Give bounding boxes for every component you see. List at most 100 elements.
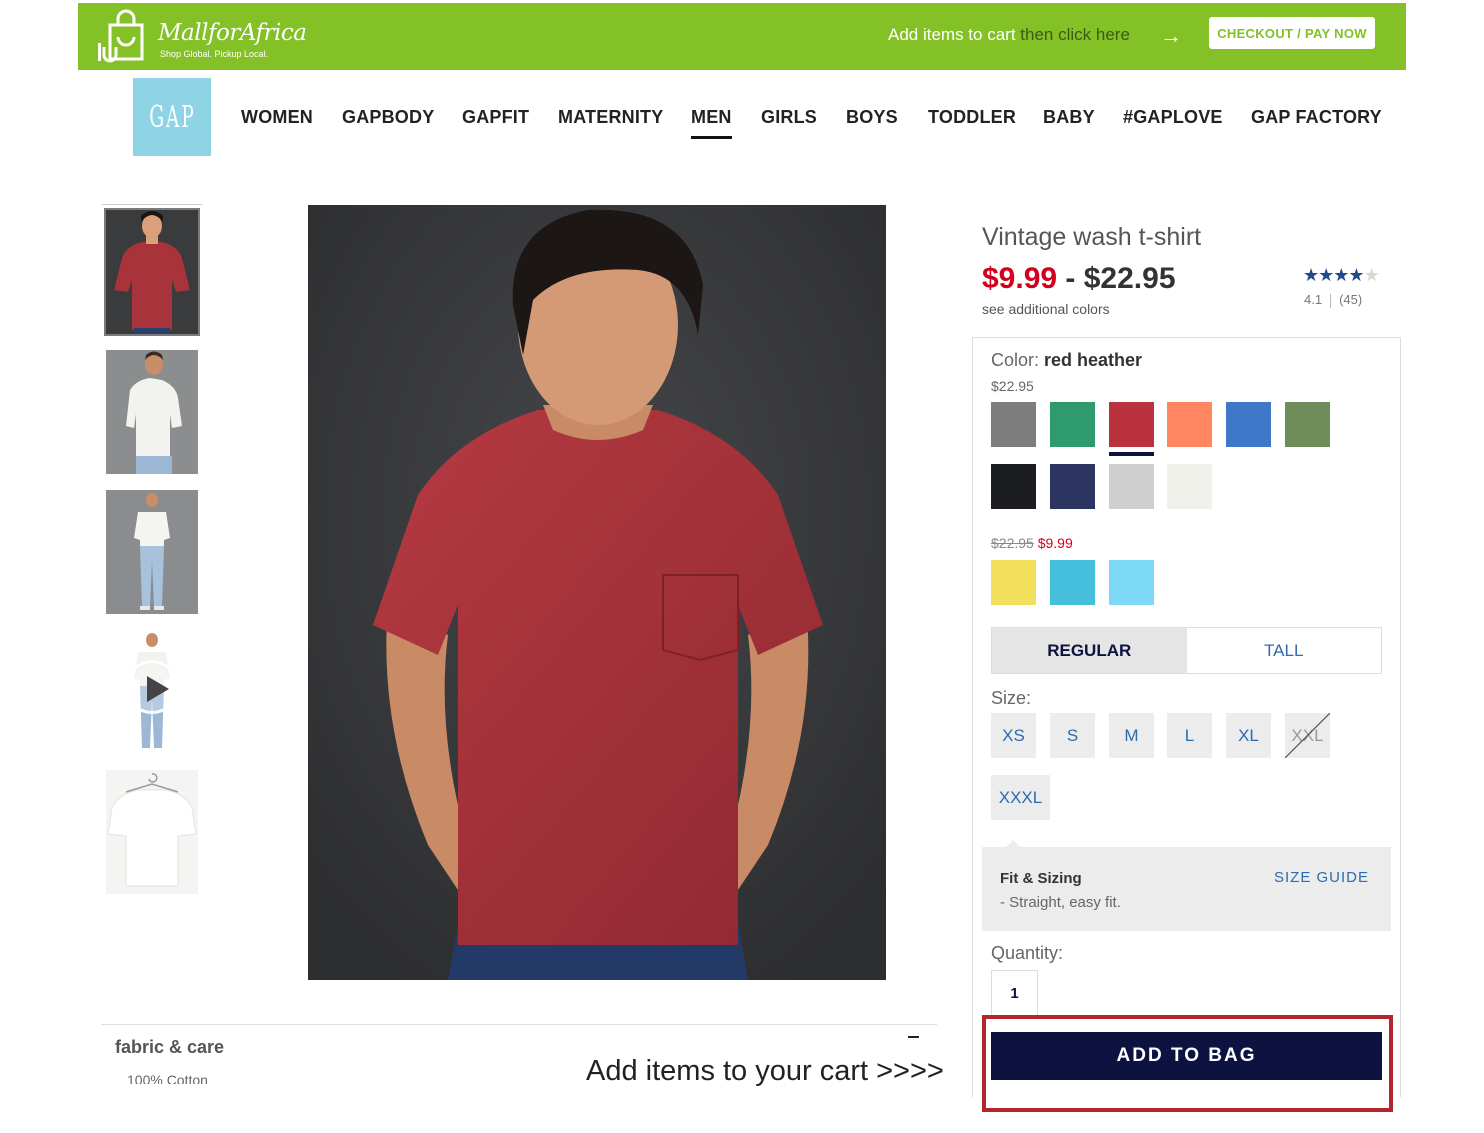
fabric-divider <box>101 1024 937 1025</box>
thumbnail-back-white-image <box>106 350 198 474</box>
quantity-input[interactable]: 1 <box>991 970 1038 1016</box>
size-s-button[interactable]: S <box>1050 713 1095 758</box>
gap-logo-text: GAP <box>148 99 196 135</box>
color-group-price: $22.95 <box>991 378 1034 394</box>
color-label: Color: red heather <box>991 350 1142 371</box>
nav-men[interactable]: MEN <box>691 107 732 139</box>
size-m-button[interactable]: M <box>1109 713 1154 758</box>
color-swatch[interactable] <box>1167 402 1212 447</box>
size-label-text: L <box>1184 725 1195 745</box>
price-separator: - <box>1057 262 1084 295</box>
color-swatch[interactable] <box>991 402 1036 447</box>
size-xxxl-button[interactable]: XXXL <box>991 775 1050 820</box>
star-icon: ★ <box>1363 265 1380 285</box>
size-label-text: M <box>1124 725 1139 745</box>
size-label-text: XXXL <box>998 787 1043 807</box>
quantity-label: Quantity: <box>991 943 1064 963</box>
rating-stars[interactable]: ★★★★★ <box>1303 265 1380 286</box>
main-product-image[interactable] <box>308 205 886 980</box>
size-guide-link[interactable]: SIZE GUIDE <box>1274 869 1369 886</box>
nav-women[interactable]: WOMEN <box>241 107 313 128</box>
gap-logo[interactable]: GAP <box>133 78 211 156</box>
nav-maternity[interactable]: MATERNITY <box>558 107 663 128</box>
sale-color-swatch[interactable] <box>1109 560 1154 605</box>
nav-girls[interactable]: GIRLS <box>761 107 817 128</box>
rating-count: (45) <box>1339 292 1363 307</box>
fit-sizing-description: - Straight, easy fit. <box>1000 894 1121 911</box>
thumbnail-front-red[interactable] <box>104 208 200 336</box>
product-price: $9.99 - $22.95 <box>982 262 1176 296</box>
collapse-icon[interactable] <box>908 1036 919 1038</box>
thumbnail-hanger-white-image <box>106 770 198 894</box>
rating-divider <box>1330 293 1332 308</box>
color-selected-name: red heather <box>1044 350 1143 370</box>
color-swatch[interactable] <box>1050 464 1095 509</box>
color-swatch[interactable] <box>1285 402 1330 447</box>
size-l-button[interactable]: L <box>1167 713 1212 758</box>
fabric-content: 100% Cotton <box>127 1072 208 1084</box>
arrow-right-icon: → <box>1160 23 1182 48</box>
rating-value: 4.1 <box>1304 292 1323 307</box>
size-label-text: XL <box>1238 725 1259 745</box>
thumbnail-front-red-image <box>106 210 198 334</box>
nav-gaplove[interactable]: #GAPLOVE <box>1123 107 1223 128</box>
size-xxl-button[interactable]: XXL <box>1285 713 1330 758</box>
color-swatch[interactable] <box>1226 402 1271 447</box>
play-button[interactable] <box>125 660 179 714</box>
fabric-care-heading[interactable]: fabric & care <box>115 1037 224 1058</box>
banner-message-dark: then click here <box>1020 25 1130 44</box>
size-label-text: XS <box>1002 725 1025 745</box>
unavailable-strike-icon <box>1285 713 1330 758</box>
price-regular: $22.95 <box>1083 262 1176 295</box>
thumbnail-hanger-white[interactable] <box>106 770 198 894</box>
thumbnail-back-white[interactable] <box>106 350 198 474</box>
see-additional-colors-link[interactable]: see additional colors <box>982 301 1110 317</box>
color-swatch[interactable] <box>991 464 1036 509</box>
tab-regular[interactable]: REGULAR <box>992 628 1187 673</box>
fit-sizing-box <box>982 847 1391 931</box>
color-swatch[interactable] <box>1167 464 1212 509</box>
banner-message: Add items to cart then click here <box>888 25 1130 45</box>
nav-gapbody[interactable]: GAPBODY <box>342 107 434 128</box>
size-xl-button[interactable]: XL <box>1226 713 1271 758</box>
size-label-text: S <box>1066 725 1079 745</box>
nav-gapfit[interactable]: GAPFIT <box>462 107 529 128</box>
thumbnail-video[interactable] <box>106 630 198 754</box>
mallforafrica-logo[interactable]: MallforAfrica Shop Global. Pickup Local. <box>96 9 316 65</box>
thumbnail-full-white-image <box>106 490 198 614</box>
color-swatch[interactable] <box>1050 402 1095 447</box>
rating-summary[interactable]: 4.1 (45) <box>1304 292 1362 308</box>
price-sale: $9.99 <box>982 262 1058 295</box>
sale-color-swatch[interactable] <box>1050 560 1095 605</box>
add-to-cart-hint: Add items to your cart >>>> <box>586 1055 944 1087</box>
thumbnail-divider <box>102 204 202 205</box>
nav-gap-factory[interactable]: GAP FACTORY <box>1251 107 1382 128</box>
add-to-bag-button[interactable]: ADD TO BAG <box>991 1032 1382 1080</box>
play-icon <box>147 676 169 702</box>
color-swatch[interactable] <box>1109 402 1154 456</box>
nav-boys[interactable]: BOYS <box>846 107 898 128</box>
model-red-tshirt-image <box>308 205 886 980</box>
color-swatch[interactable] <box>1109 464 1154 509</box>
checkout-pay-now-button[interactable]: CHECKOUT / PAY NOW <box>1209 17 1375 49</box>
nav-baby[interactable]: BABY <box>1043 107 1095 128</box>
thumbnail-full-white[interactable] <box>106 490 198 614</box>
sale-price: $9.99 <box>1037 535 1073 551</box>
shopping-bag-icon <box>98 9 144 63</box>
nav-toddler[interactable]: TODDLER <box>928 107 1016 128</box>
size-label: Size: <box>991 688 1032 708</box>
product-title: Vintage wash t-shirt <box>982 223 1202 251</box>
fit-sizing-title: Fit & Sizing <box>1000 870 1082 887</box>
original-price: $22.95 <box>991 535 1034 551</box>
sale-color-swatch[interactable] <box>991 560 1036 605</box>
star-icon: ★ <box>1348 265 1364 285</box>
star-icon: ★ <box>1318 265 1334 285</box>
banner-message-light: Add items to cart <box>888 25 1021 44</box>
size-xs-button[interactable]: XS <box>991 713 1036 758</box>
color-group-sale-price: $22.95 $9.99 <box>991 535 1073 551</box>
mallforafrica-brand: MallforAfrica <box>158 20 307 46</box>
tab-tall[interactable]: TALL <box>1186 628 1381 673</box>
star-icon: ★ <box>1303 265 1319 285</box>
star-icon: ★ <box>1333 265 1349 285</box>
color-label-prefix: Color: <box>991 350 1045 370</box>
